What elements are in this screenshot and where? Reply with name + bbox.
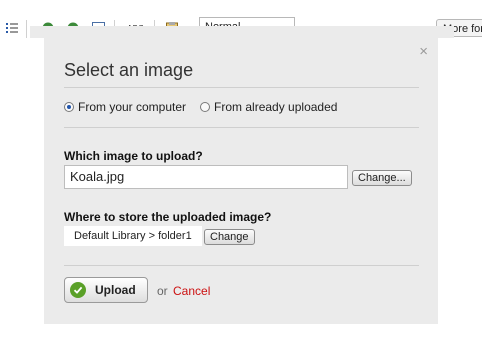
toolbar-separator (26, 20, 27, 38)
source-option-label: From your computer (78, 100, 187, 114)
dialog-title: Select an image (64, 60, 194, 80)
cancel-link[interactable]: Cancel (173, 284, 210, 298)
library-path: Default Library > folder1 (64, 226, 202, 246)
divider (64, 127, 419, 128)
divider (64, 87, 419, 88)
upload-question-label: Which image to upload? (64, 149, 203, 163)
source-option-uploaded[interactable]: From already uploaded (200, 100, 337, 114)
or-text: or (157, 284, 168, 298)
change-file-button[interactable]: Change... (352, 170, 412, 186)
file-name-field[interactable]: Koala.jpg (64, 165, 348, 189)
source-options: From your computer From already uploaded (64, 100, 351, 114)
source-option-label: From already uploaded (214, 100, 338, 114)
list-icon[interactable] (6, 22, 18, 37)
store-question-label: Where to store the uploaded image? (64, 210, 272, 224)
checkmark-icon (70, 282, 86, 298)
close-icon[interactable]: × (419, 44, 428, 59)
change-location-button[interactable]: Change (204, 229, 255, 245)
select-image-dialog: × Select an image From your computer Fro… (44, 26, 438, 324)
upload-button-label: Upload (95, 283, 136, 297)
radio-selected-icon[interactable] (64, 102, 74, 112)
radio-unselected-icon[interactable] (200, 102, 211, 112)
divider (64, 265, 419, 266)
source-option-computer[interactable]: From your computer (64, 100, 186, 114)
upload-button[interactable]: Upload (64, 277, 148, 303)
